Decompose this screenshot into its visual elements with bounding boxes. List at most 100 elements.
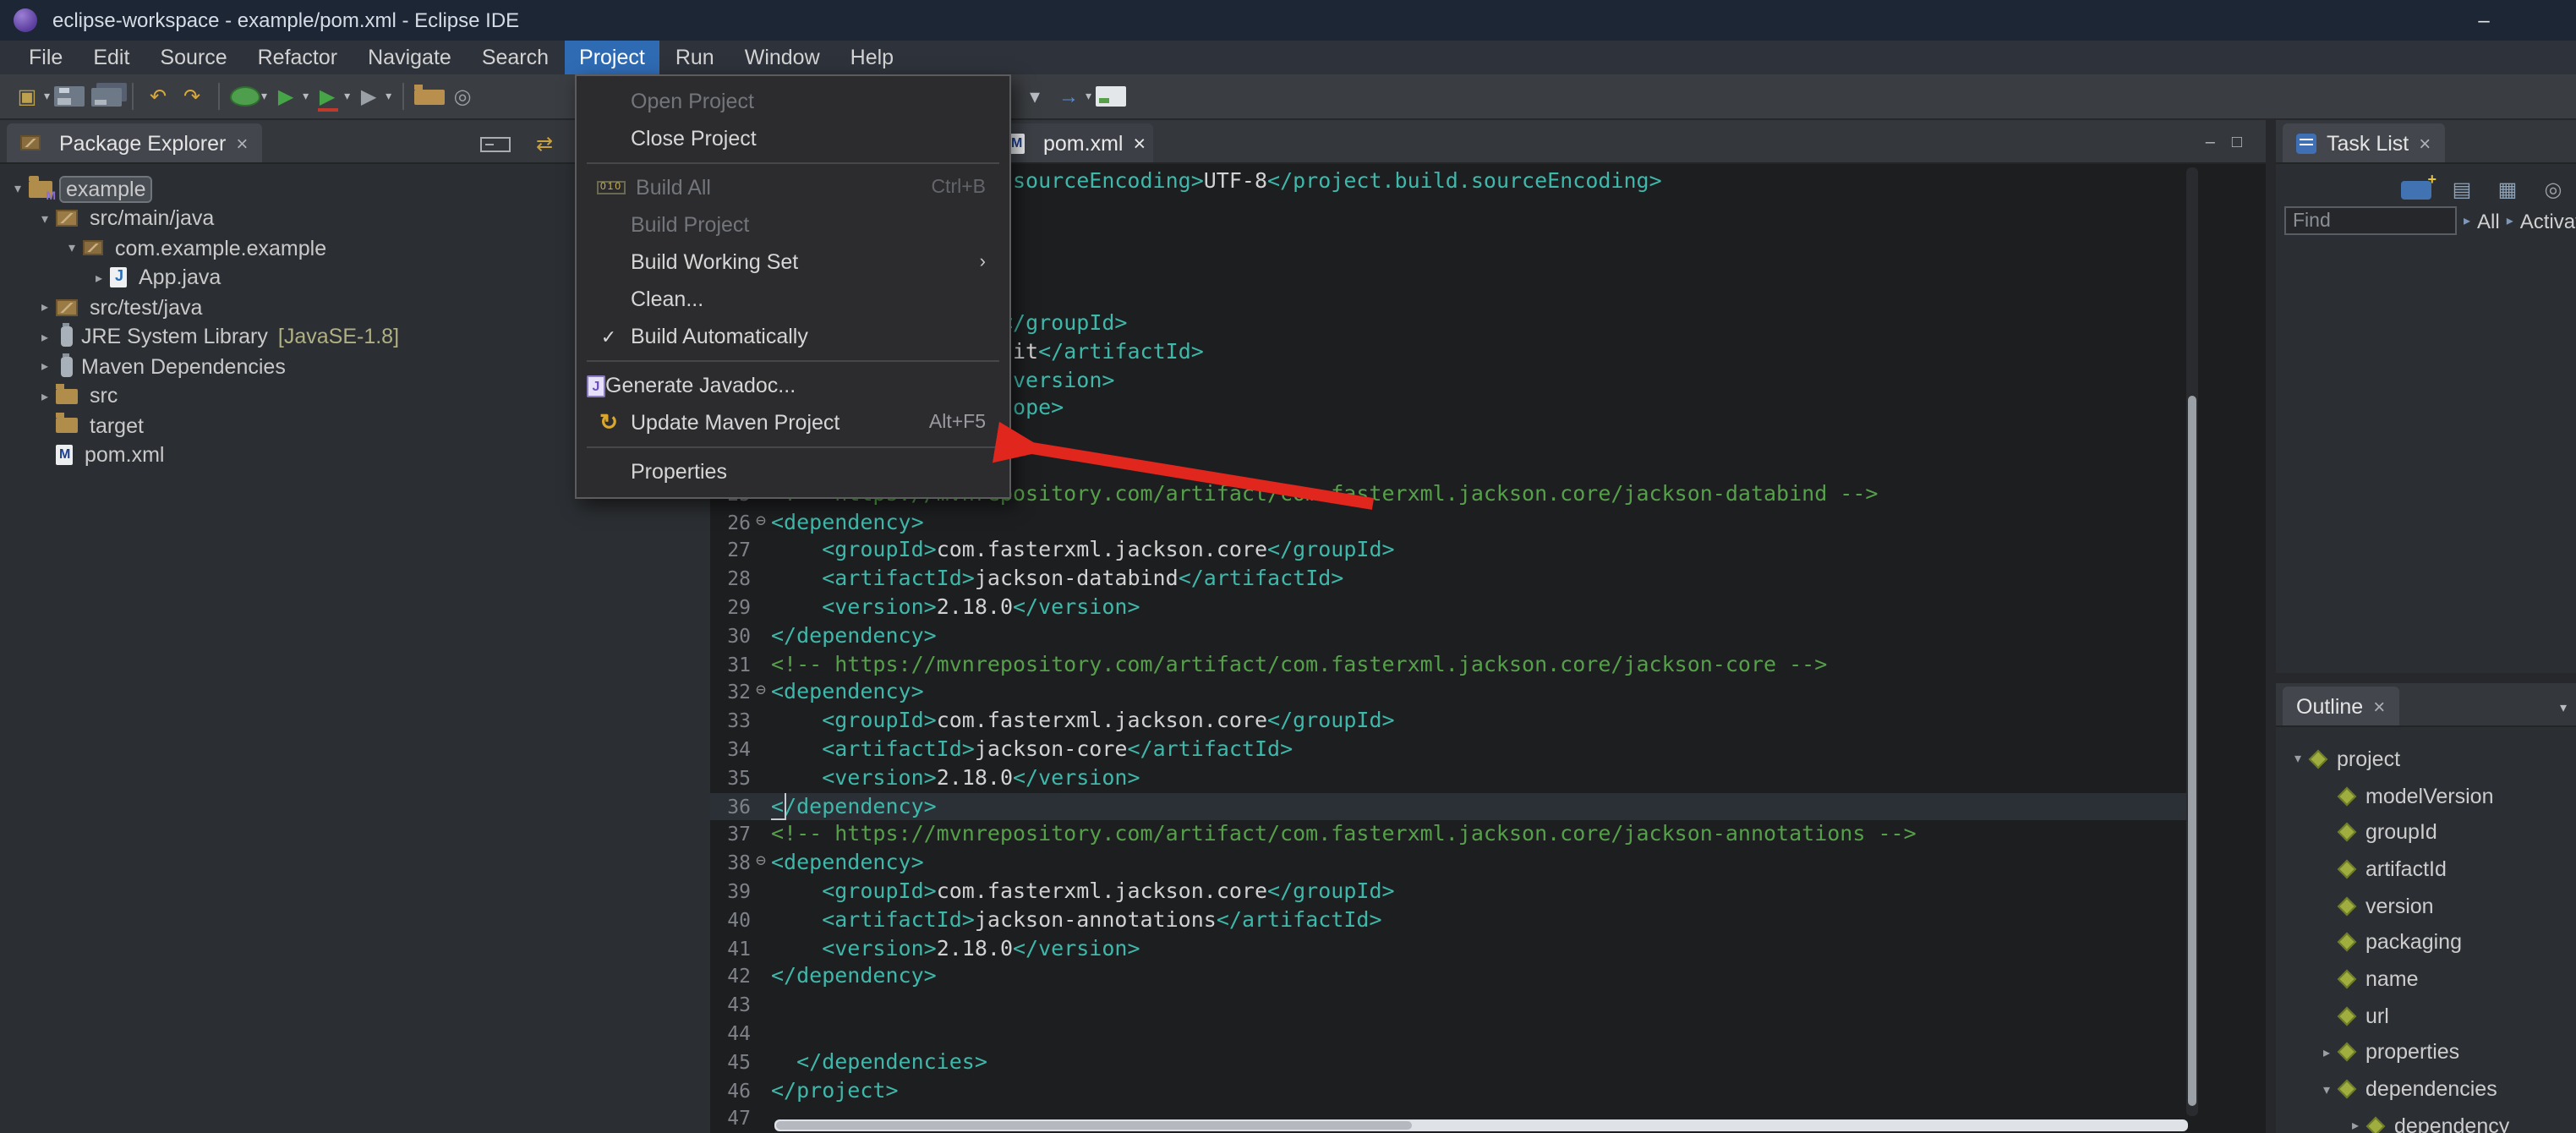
fold-marker-icon[interactable]: ⊖ [751,508,771,537]
last-edit-location-button[interactable] [1093,86,1127,107]
menu-item-build-project[interactable]: Build Project [577,206,1009,244]
filter-activate[interactable]: Activate [2520,209,2576,233]
outline-view-menu-icon[interactable]: ▾ [2560,700,2567,715]
close-icon[interactable]: × [2373,694,2385,718]
menu-item-build-all[interactable]: 010Build AllCtrl+B [577,169,1009,206]
code-segment: </groupId> [1267,878,1395,903]
menubar-item-edit[interactable]: Edit [78,41,145,74]
vertical-scrollbar-thumb[interactable] [2188,395,2196,1107]
fold-marker-icon[interactable]: ⊖ [751,849,771,878]
menu-item-build-automatically[interactable]: ✓Build Automatically [577,318,1009,355]
outline-item-project[interactable]: ▾project [2276,741,2576,777]
outline-item-name[interactable]: name [2276,961,2576,997]
outline-item-groupid[interactable]: groupId [2276,814,2576,851]
menu-item-update-maven-project[interactable]: ↻Update Maven ProjectAlt+F5 [577,404,1009,441]
expander-closed-icon[interactable]: ▸ [2315,1045,2338,1060]
collapse-all-button[interactable] [479,136,512,151]
menubar-item-source[interactable]: Source [145,41,242,74]
dropdown-caret-icon[interactable]: ▾ [344,90,350,103]
expander-closed-icon[interactable]: ▸ [34,300,56,315]
scheduled-button[interactable]: ▦ [2491,174,2524,205]
find-input[interactable] [2284,206,2457,235]
window-minimize-button[interactable]: – [2462,0,2506,41]
dropdown-caret-icon[interactable]: ▾ [386,90,391,103]
expander-open-icon[interactable]: ▾ [34,211,56,227]
dropdown-caret-icon[interactable]: ▾ [44,90,50,103]
open-type-button[interactable]: ◎ [446,81,479,112]
outline-item-url[interactable]: url [2276,998,2576,1034]
tab-package-explorer[interactable]: Package Explorer × [7,123,261,162]
editor-vertical-scrollbar[interactable] [2186,167,2198,1116]
menu-item-clean[interactable]: Clean... [577,281,1009,318]
fold-marker-icon[interactable]: ⊖ [751,679,771,708]
menubar-item-navigate[interactable]: Navigate [353,41,467,74]
outline-item-dependency[interactable]: ▸dependency [2276,1108,2576,1133]
outline-item-properties[interactable]: ▸properties [2276,1034,2576,1070]
menubar-item-file[interactable]: File [14,41,78,74]
new-java-project-button[interactable] [412,89,446,104]
categorized-button[interactable]: ▤ [2445,174,2479,205]
new-task-button[interactable] [2399,180,2433,199]
run-button[interactable]: ▶▾ [269,81,310,112]
close-icon[interactable]: × [236,131,248,155]
forward-button[interactable]: →▾ [1052,81,1093,112]
tab-outline[interactable]: Outline × [2283,687,2398,725]
menubar-item-help[interactable]: Help [835,41,909,74]
dropdown-caret-icon[interactable]: ▾ [1086,90,1091,103]
focus-button[interactable]: ◎ [2536,174,2570,205]
coverage-button[interactable]: ▶▾ [310,81,352,112]
outline-item-modelversion[interactable]: modelVersion [2276,777,2576,813]
close-icon[interactable]: × [1133,131,1146,155]
debug-button[interactable]: ▾ [227,86,269,107]
undo-button[interactable]: ↶ [141,81,175,112]
line-number: 41 [710,934,751,963]
menu-item-close-project[interactable]: Close Project [577,120,1009,157]
expander-open-icon[interactable]: ▾ [2286,752,2310,767]
outline-item-dependencies[interactable]: ▾dependencies [2276,1070,2576,1107]
menu-item-open-project[interactable]: Open Project [577,83,1009,120]
expander-open-icon[interactable]: ▾ [61,241,83,256]
menubar-item-search[interactable]: Search [467,41,564,74]
menubar-item-project[interactable]: Project [564,41,660,74]
expander-closed-icon[interactable]: ▸ [34,389,56,404]
maximize-view-icon[interactable]: □ [2232,134,2242,152]
outline-item-version[interactable]: version [2276,888,2576,924]
expander-open-icon[interactable]: ▾ [7,182,29,197]
tab-pom-xml[interactable]: pom.xml × [994,123,1153,162]
new-task-icon [2401,180,2431,199]
menubar-item-window[interactable]: Window [730,41,835,74]
expander-closed-icon[interactable]: ▸ [2344,1118,2367,1133]
dropdown-caret-icon[interactable]: ▾ [303,90,309,103]
new-wizard-button[interactable]: ▣▾ [10,81,52,112]
menu-item-build-working-set[interactable]: Build Working Set› [577,244,1009,281]
outline-item-packaging[interactable]: packaging [2276,924,2576,961]
link-with-editor-button[interactable]: ⇄ [528,129,561,159]
outline-item-artifactid[interactable]: artifactId [2276,851,2576,887]
close-icon[interactable]: × [2419,131,2431,155]
tab-task-list[interactable]: Task List × [2283,123,2444,162]
horizontal-scrollbar-thumb[interactable] [776,1121,1412,1130]
menubar-item-run[interactable]: Run [660,41,730,74]
redo-button[interactable]: ↷ [175,81,209,112]
save-all-button[interactable] [85,87,123,106]
back-menu-button[interactable]: ▾ [1018,81,1052,112]
filter-all[interactable]: All [2477,209,2500,233]
expander-closed-icon[interactable]: ▸ [34,359,56,375]
expander-closed-icon[interactable]: ▸ [88,271,110,286]
minimize-view-icon[interactable]: – [2206,134,2215,152]
editor-horizontal-scrollbar[interactable] [774,1119,2188,1131]
outline-tree[interactable]: ▾projectmodelVersiongroupIdartifactIdver… [2276,734,2576,1133]
external-tools-button[interactable]: ▶▾ [352,81,393,112]
tree-item-label: src/test/java [86,296,205,320]
save-button[interactable] [52,86,85,107]
folder-icon [56,419,78,434]
coverage-icon: ▶ [312,81,342,112]
menu-item-generate-javadoc[interactable]: JGenerate Javadoc... [577,367,1009,404]
expander-open-icon[interactable]: ▾ [2315,1081,2338,1097]
dropdown-caret-icon[interactable]: ▾ [261,90,267,103]
menubar-item-refactor[interactable]: Refactor [243,41,353,74]
menu-item-label: Build All [636,176,931,200]
menu-item-properties[interactable]: Properties [577,453,1009,490]
expander-closed-icon[interactable]: ▸ [34,330,56,345]
toolbar-group-b: ▾→▾ [1018,79,1127,113]
